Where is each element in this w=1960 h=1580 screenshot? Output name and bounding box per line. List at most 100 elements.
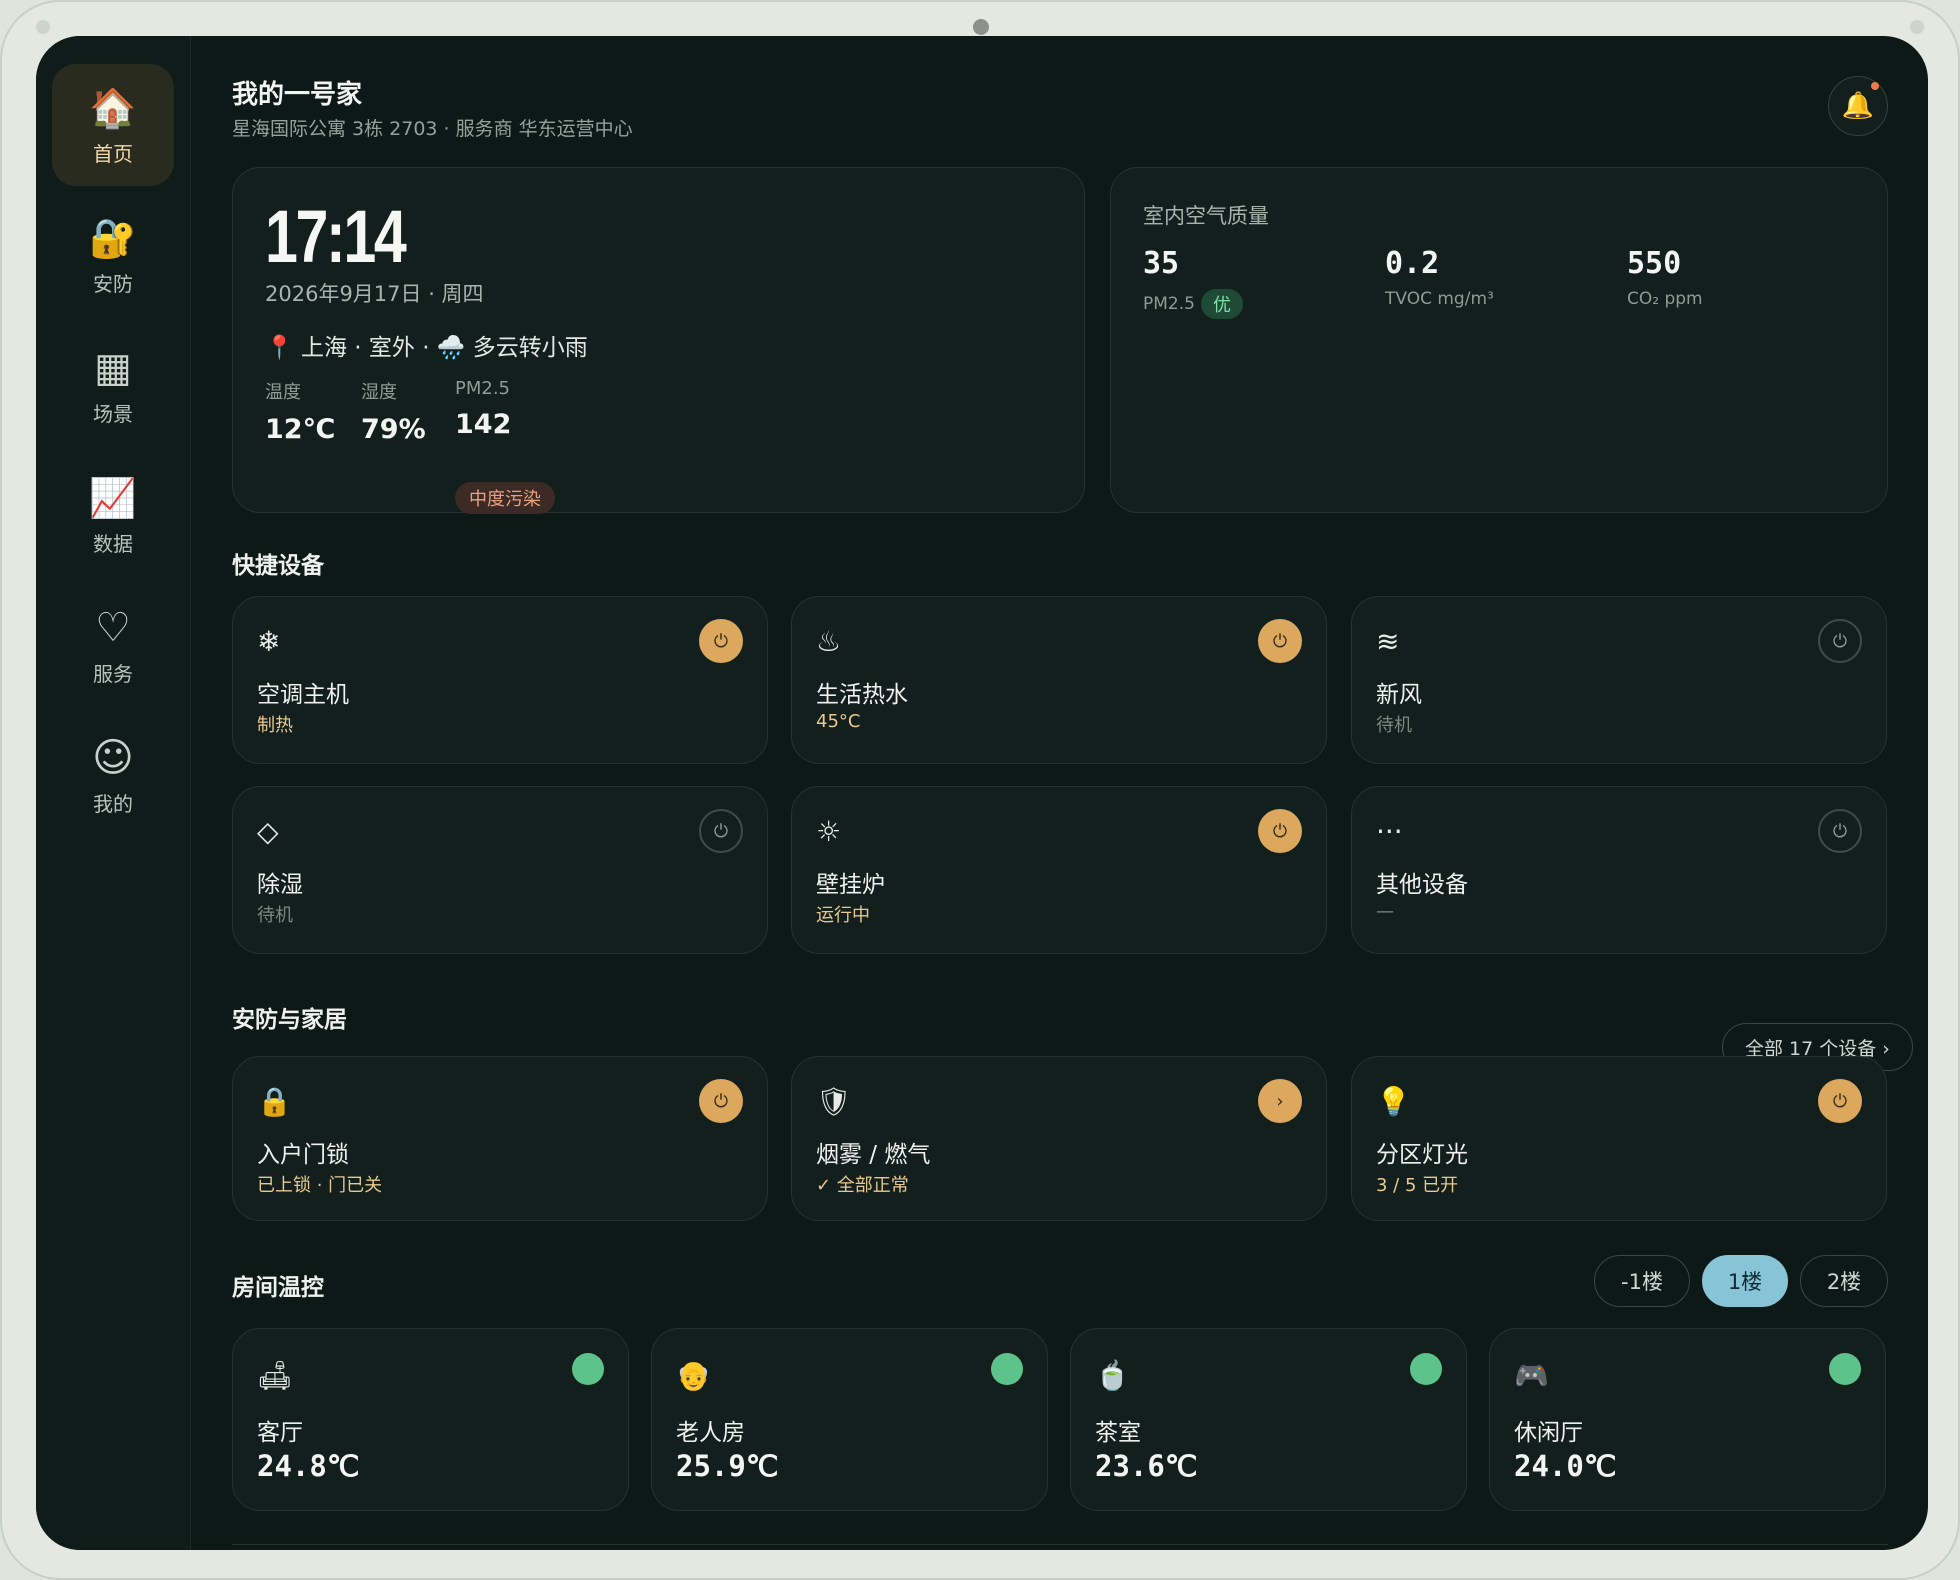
- power-icon: ⏻: [713, 1090, 729, 1112]
- device-name: 其他设备: [1376, 872, 1468, 898]
- power-icon: ⏻: [1272, 630, 1288, 652]
- air-metric-pm25: 35 PM2.5 优: [1143, 246, 1243, 319]
- device-name: 新风: [1376, 682, 1422, 708]
- device-status: 45°C: [816, 711, 861, 732]
- air-quality-card: 室内空气质量 35 PM2.5 优 0.2 TVOC mg/m³ 550 CO₂…: [1110, 167, 1888, 513]
- room-temperature: 23.6℃: [1095, 1449, 1198, 1483]
- weather-value: 12℃: [265, 414, 336, 445]
- smile-icon: ☺: [92, 734, 134, 781]
- device-name: 入户门锁: [257, 1142, 349, 1168]
- weather-location: 📍 上海 · 室外 · 🌧️ 多云转小雨: [265, 335, 588, 361]
- dehumidify-icon: ◇: [257, 815, 279, 848]
- boiler-icon: ☼: [816, 815, 842, 848]
- home-icon: 🏠: [89, 85, 137, 130]
- device-status: ✓ 全部正常: [816, 1175, 909, 1196]
- grid-icon: ▦: [94, 344, 132, 391]
- floor-tab-2[interactable]: 2楼: [1800, 1255, 1888, 1307]
- wind-icon: ≋: [1376, 625, 1400, 658]
- notification-dot: [1871, 82, 1879, 90]
- device-card-fresh-air[interactable]: ≋ 新风 待机 ⏻: [1351, 596, 1887, 764]
- device-name: 空调主机: [257, 682, 349, 708]
- power-icon: ⏻: [1832, 1090, 1848, 1112]
- metric-value: 550: [1627, 246, 1682, 281]
- room-card-tea[interactable]: 🍵 茶室 23.6℃: [1070, 1328, 1467, 1511]
- section-title-rooms: 房间温控: [232, 1275, 324, 1301]
- clock-date: 2026年9月17日 · 周四: [265, 282, 484, 306]
- tablet-frame: 🏠 首页 🔐 安防 ▦ 场景 📈 数据 ♡ 服务 ☺ 我的 我的一号家 星海国际…: [0, 0, 1960, 1580]
- floor-tab-basement[interactable]: -1楼: [1594, 1255, 1690, 1307]
- room-card-elder[interactable]: 👴 老人房 25.9℃: [651, 1328, 1048, 1511]
- air-metric-tvoc: 0.2 TVOC mg/m³: [1385, 246, 1494, 309]
- divider: [232, 1544, 1888, 1545]
- weather-label: 温度: [265, 382, 301, 403]
- weather-value: 142: [455, 409, 512, 440]
- sidebar-item-service[interactable]: ♡ 服务: [52, 584, 174, 706]
- power-icon: ⏻: [1272, 820, 1288, 842]
- device-card-dehumidifier[interactable]: ◇ 除湿 待机 ⏻: [232, 786, 768, 954]
- metric-unit: PM2.5: [1143, 294, 1195, 314]
- device-card-ac[interactable]: ❄ 空调主机 制热 ⏻: [232, 596, 768, 764]
- sidebar-item-security[interactable]: 🔐 安防: [52, 194, 174, 316]
- notification-button[interactable]: 🔔: [1828, 76, 1888, 136]
- security-card-door-lock[interactable]: 🔒 入户门锁 已上锁 · 门已关 ⏻: [232, 1056, 768, 1221]
- device-card-hot-water[interactable]: ♨ 生活热水 45°C ⏻: [791, 596, 1327, 764]
- power-button[interactable]: ⏻: [1818, 619, 1862, 663]
- sidebar-item-label: 首页: [93, 141, 133, 166]
- sidebar-item-scenes[interactable]: ▦ 场景: [52, 324, 174, 446]
- frame-dot: [1910, 20, 1924, 34]
- bell-icon: 🔔: [1841, 91, 1875, 121]
- device-name: 生活热水: [816, 682, 908, 708]
- room-name: 茶室: [1095, 1420, 1141, 1446]
- room-name: 休闲厅: [1514, 1420, 1583, 1446]
- room-name: 客厅: [257, 1420, 303, 1446]
- sidebar-item-label: 服务: [93, 661, 133, 686]
- bulb-icon: 💡: [1376, 1085, 1411, 1118]
- weather-temperature: 温度 12℃: [265, 378, 335, 445]
- room-temperature: 25.9℃: [676, 1449, 779, 1483]
- security-card-lights[interactable]: 💡 分区灯光 3 / 5 已开 ⏻: [1351, 1056, 1887, 1221]
- power-button[interactable]: ⏻: [699, 619, 743, 663]
- room-temperature: 24.8℃: [257, 1449, 360, 1483]
- weather-label: 湿度: [361, 382, 397, 403]
- floor-tab-1[interactable]: 1楼: [1702, 1255, 1788, 1307]
- security-card-smoke-gas[interactable]: 🛡 烟雾 / 燃气 ✓ 全部正常 ›: [791, 1056, 1327, 1221]
- room-card-leisure[interactable]: 🎮 休闲厅 24.0℃: [1489, 1328, 1886, 1511]
- device-name: 壁挂炉: [816, 872, 885, 898]
- room-card-living[interactable]: 🛋 客厅 24.8℃: [232, 1328, 629, 1511]
- lock-icon: 🔐: [89, 215, 137, 260]
- power-button[interactable]: ⏻: [1258, 619, 1302, 663]
- sidebar: 🏠 首页 🔐 安防 ▦ 场景 📈 数据 ♡ 服务 ☺ 我的: [36, 36, 191, 1550]
- metric-unit-row: PM2.5 优: [1143, 289, 1243, 319]
- device-card-boiler[interactable]: ☼ 壁挂炉 运行中 ⏻: [791, 786, 1327, 954]
- tea-icon: 🍵: [1095, 1359, 1130, 1392]
- device-status: 已上锁 · 门已关: [257, 1175, 383, 1196]
- room-status-dot: [572, 1353, 604, 1385]
- sidebar-item-home[interactable]: 🏠 首页: [52, 64, 174, 186]
- chart-icon: 📈: [89, 475, 137, 520]
- power-button[interactable]: ⏻: [699, 1079, 743, 1123]
- power-button[interactable]: ⏻: [1818, 809, 1862, 853]
- device-status: 运行中: [816, 905, 870, 926]
- sidebar-item-label: 安防: [93, 271, 133, 296]
- device-status: 制热: [257, 715, 293, 736]
- device-card-other[interactable]: ··· 其他设备 — ⏻: [1351, 786, 1887, 954]
- elder-icon: 👴: [676, 1359, 711, 1392]
- open-button[interactable]: ›: [1258, 1079, 1302, 1123]
- heart-icon: ♡: [95, 604, 131, 651]
- sidebar-item-data[interactable]: 📈 数据: [52, 454, 174, 576]
- room-status-dot: [991, 1353, 1023, 1385]
- section-title-security: 安防与家居: [232, 1007, 347, 1033]
- device-name: 除湿: [257, 872, 303, 898]
- page-subtitle: 星海国际公寓 3栋 2703 · 服务商 华东运营中心: [232, 118, 633, 140]
- lock-icon: 🔒: [257, 1085, 292, 1118]
- sidebar-item-profile[interactable]: ☺ 我的: [52, 714, 174, 836]
- air-quality-title: 室内空气质量: [1143, 204, 1269, 228]
- camera-dot: [973, 19, 989, 35]
- metric-value: 35: [1143, 246, 1180, 281]
- more-icon: ···: [1376, 815, 1403, 848]
- power-icon: ⏻: [713, 630, 729, 652]
- power-button[interactable]: ⏻: [1818, 1079, 1862, 1123]
- power-button[interactable]: ⏻: [1258, 809, 1302, 853]
- device-status: 3 / 5 已开: [1376, 1175, 1459, 1196]
- power-button[interactable]: ⏻: [699, 809, 743, 853]
